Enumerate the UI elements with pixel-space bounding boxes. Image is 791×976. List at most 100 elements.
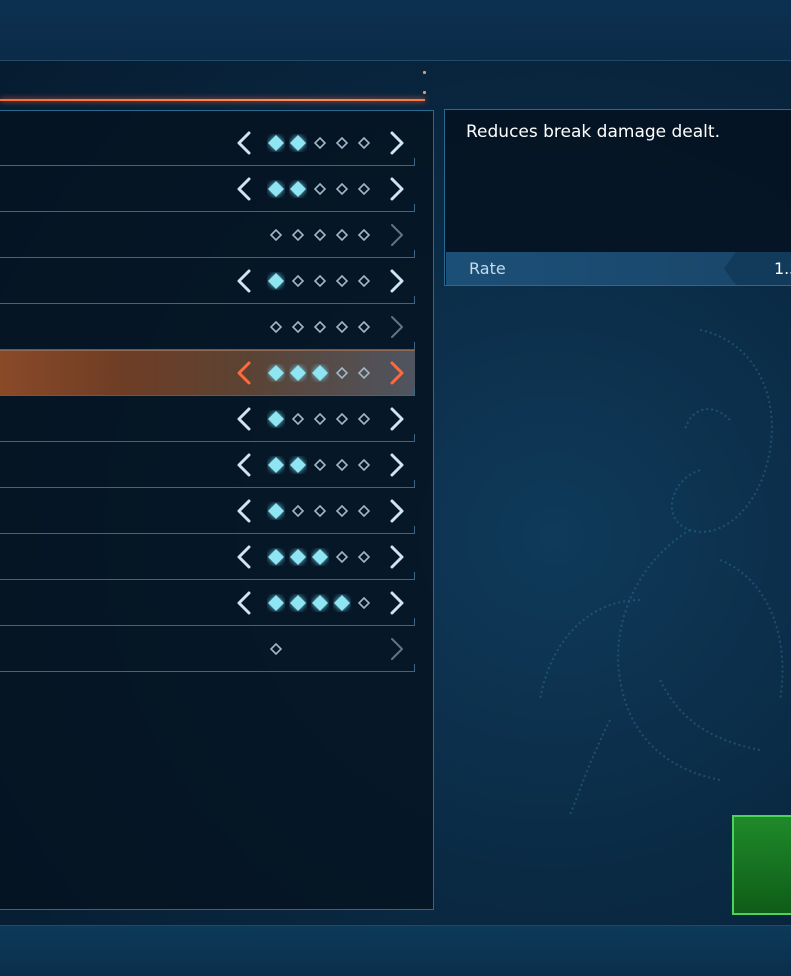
empty-pip-icon: [335, 412, 349, 426]
filled-pip-icon: [268, 457, 284, 473]
chevron-left-icon[interactable]: [233, 269, 257, 293]
chevron-right-icon[interactable]: [384, 315, 408, 339]
setting-row[interactable]: [0, 488, 415, 534]
setting-row[interactable]: [0, 580, 415, 626]
chevron-left-icon[interactable]: [233, 545, 257, 569]
empty-pip-icon: [313, 320, 327, 334]
filled-pip-icon: [290, 457, 306, 473]
empty-pip-icon: [335, 320, 349, 334]
bottom-band: [0, 925, 791, 976]
empty-pip-icon: [269, 228, 283, 242]
rate-value: 1.5: [774, 259, 791, 278]
empty-pip-icon: [335, 228, 349, 242]
level-pips: [267, 500, 377, 522]
chevron-left-icon[interactable]: [233, 591, 257, 615]
level-pips: [267, 178, 377, 200]
chevron-left-icon[interactable]: [233, 361, 257, 385]
setting-row[interactable]: [0, 166, 415, 212]
setting-row-selected[interactable]: [0, 350, 415, 396]
level-pips: [267, 362, 377, 384]
empty-pip-icon: [357, 366, 371, 380]
filled-pip-icon: [268, 135, 284, 151]
level-pips: [267, 270, 377, 292]
chevron-right-icon[interactable]: [384, 131, 408, 155]
level-pips: [267, 546, 377, 568]
chevron-right-icon[interactable]: [384, 177, 408, 201]
setting-row[interactable]: [0, 212, 415, 258]
empty-pip-icon: [313, 136, 327, 150]
rate-bar: Rate 1.5: [446, 252, 791, 285]
chevron-right-icon[interactable]: [384, 453, 408, 477]
level-pips: [267, 224, 377, 246]
empty-pip-icon: [269, 642, 283, 656]
chevron-left-icon[interactable]: [233, 407, 257, 431]
empty-pip-icon: [291, 228, 305, 242]
filled-pip-icon: [312, 549, 328, 565]
empty-pip-icon: [335, 182, 349, 196]
filled-pip-icon: [268, 549, 284, 565]
confirm-button[interactable]: [732, 815, 791, 915]
filled-pip-icon: [290, 549, 306, 565]
filled-pip-icon: [334, 595, 350, 611]
empty-pip-icon: [357, 412, 371, 426]
empty-pip-icon: [357, 504, 371, 518]
filled-pip-icon: [268, 181, 284, 197]
empty-pip-icon: [313, 458, 327, 472]
empty-pip-icon: [291, 412, 305, 426]
header-accent-line: [0, 99, 425, 101]
chevron-right-icon[interactable]: [384, 637, 408, 661]
chevron-left-icon[interactable]: [233, 499, 257, 523]
empty-pip-icon: [357, 228, 371, 242]
setting-description: Reduces break damage dealt.: [466, 122, 720, 142]
filled-pip-icon: [290, 135, 306, 151]
filled-pip-icon: [290, 181, 306, 197]
row-divider: [0, 664, 415, 672]
chevron-right-icon[interactable]: [384, 545, 408, 569]
setting-row[interactable]: [0, 442, 415, 488]
level-pips: [267, 408, 377, 430]
empty-pip-icon: [335, 458, 349, 472]
level-pips: [267, 132, 377, 154]
chevron-right-icon[interactable]: [384, 223, 408, 247]
empty-pip-icon: [357, 320, 371, 334]
chevron-right-icon[interactable]: [384, 591, 408, 615]
chevron-right-icon[interactable]: [384, 499, 408, 523]
level-pips: [267, 454, 377, 476]
chevron-left-icon[interactable]: [233, 453, 257, 477]
empty-pip-icon: [357, 274, 371, 288]
filled-pip-icon: [268, 595, 284, 611]
empty-pip-icon: [291, 504, 305, 518]
chevron-left-icon[interactable]: [233, 177, 257, 201]
empty-pip-icon: [335, 274, 349, 288]
empty-pip-icon: [335, 366, 349, 380]
level-pips: [267, 592, 377, 614]
detail-panel: Reduces break damage dealt. Rate 1.5: [444, 109, 791, 286]
empty-pip-icon: [357, 550, 371, 564]
empty-pip-icon: [313, 274, 327, 288]
empty-pip-icon: [335, 504, 349, 518]
rate-label: Rate: [469, 259, 506, 278]
setting-row[interactable]: [0, 258, 415, 304]
empty-pip-icon: [357, 596, 371, 610]
empty-pip-icon: [357, 458, 371, 472]
accent-dot: [423, 71, 426, 74]
chevron-right-icon[interactable]: [384, 361, 408, 385]
empty-pip-icon: [291, 274, 305, 288]
chevron-right-icon[interactable]: [384, 407, 408, 431]
setting-row[interactable]: [0, 120, 415, 166]
setting-row[interactable]: [0, 304, 415, 350]
empty-pip-icon: [313, 228, 327, 242]
empty-pip-icon: [269, 320, 283, 334]
filled-pip-icon: [268, 503, 284, 519]
setting-row[interactable]: [0, 534, 415, 580]
filled-pip-icon: [312, 365, 328, 381]
filled-pip-icon: [268, 411, 284, 427]
chevron-right-icon[interactable]: [384, 269, 408, 293]
setting-row[interactable]: [0, 626, 415, 672]
filled-pip-icon: [268, 273, 284, 289]
setting-row[interactable]: [0, 396, 415, 442]
chevron-left-icon[interactable]: [233, 131, 257, 155]
empty-pip-icon: [313, 504, 327, 518]
filled-pip-icon: [290, 365, 306, 381]
empty-pip-icon: [357, 182, 371, 196]
